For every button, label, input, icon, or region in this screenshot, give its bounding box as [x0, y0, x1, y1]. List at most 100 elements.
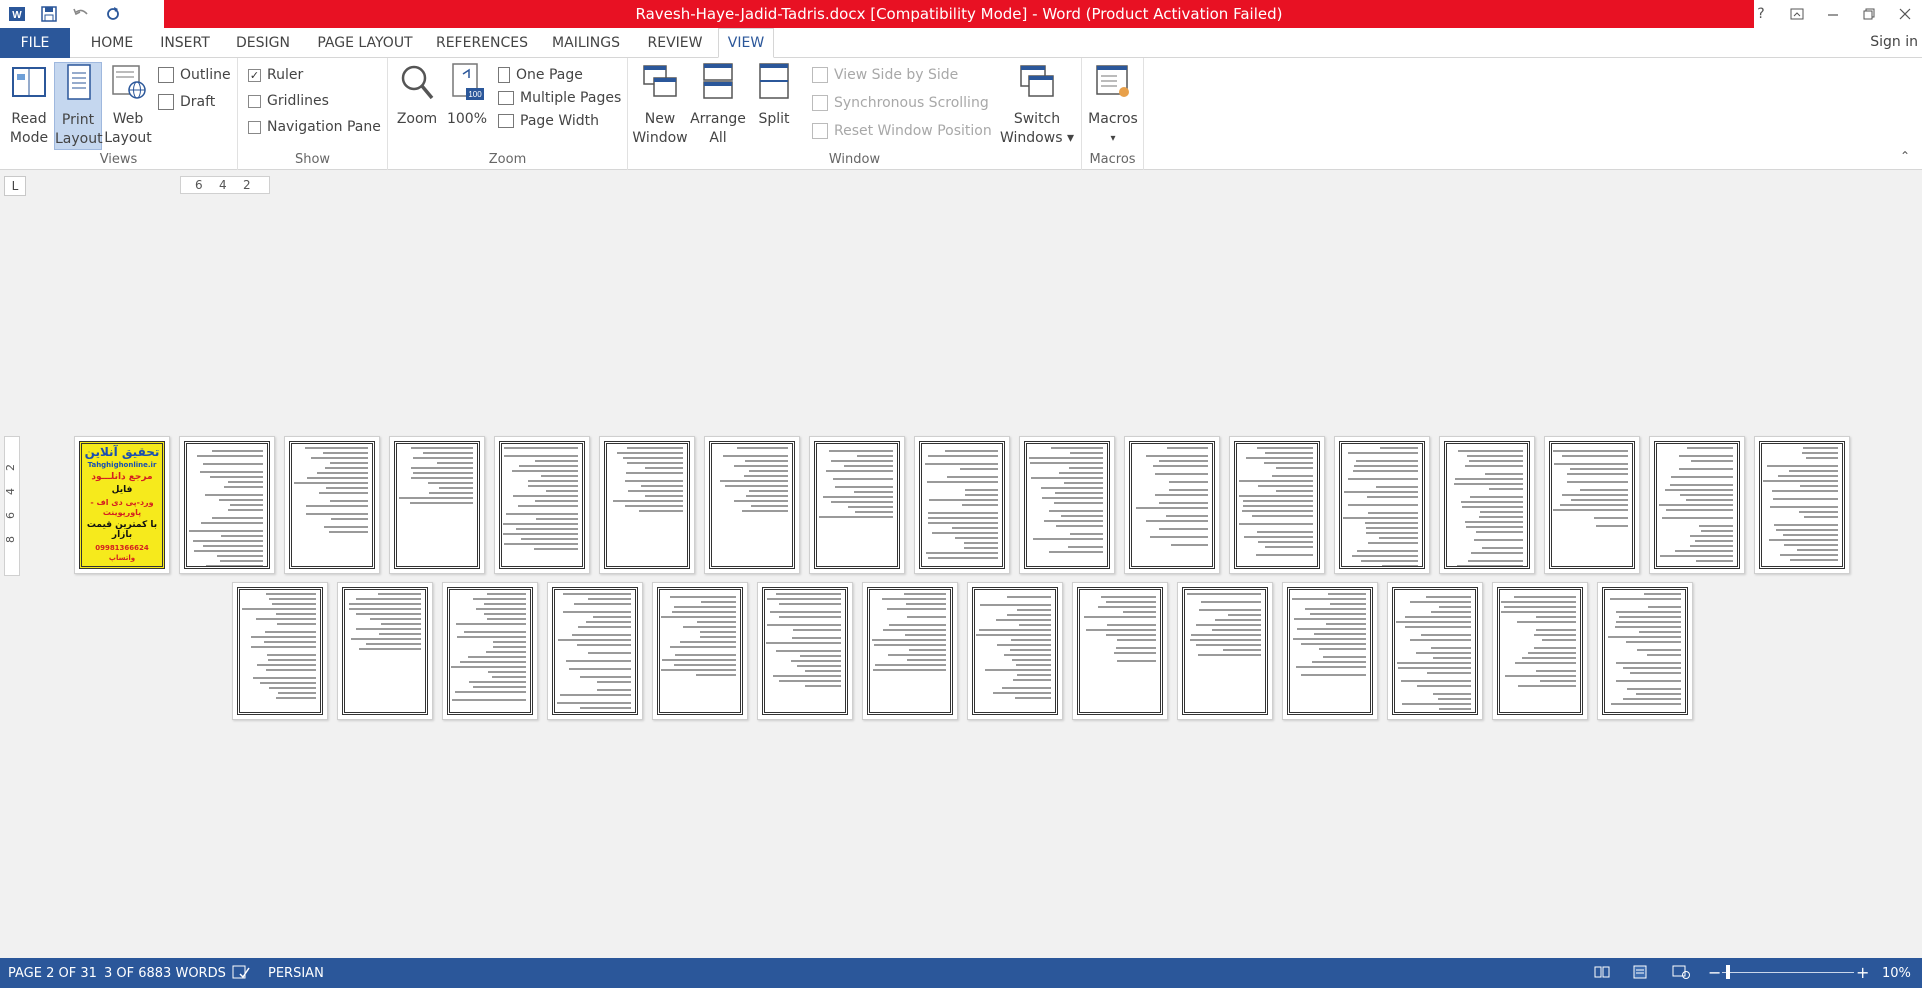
- zoom-slider-thumb[interactable]: [1726, 965, 1730, 979]
- zoom-level[interactable]: 10%: [1882, 966, 1911, 981]
- reset-window-position-button[interactable]: Reset Window Position: [812, 120, 992, 142]
- gridlines-checkbox[interactable]: Gridlines: [248, 90, 329, 112]
- multiple-pages-button[interactable]: Multiple Pages: [498, 87, 621, 109]
- navigation-pane-label: Navigation Pane: [267, 119, 381, 135]
- page-thumbnail[interactable]: [1019, 436, 1115, 574]
- restore-icon[interactable]: [1858, 3, 1880, 25]
- new-window-button[interactable]: New Window: [632, 62, 688, 148]
- page-thumbnail[interactable]: [967, 582, 1063, 720]
- page-thumbnail[interactable]: [914, 436, 1010, 574]
- print-layout-label-1: Print: [61, 112, 95, 128]
- page-thumbnail[interactable]: [1544, 436, 1640, 574]
- collapse-ribbon-button[interactable]: ⌃: [1900, 149, 1910, 163]
- page-thumbnail[interactable]: [232, 582, 328, 720]
- zoom-100-button[interactable]: 100 100%: [444, 62, 490, 129]
- switch-windows-button[interactable]: Switch Windows ▾: [1000, 62, 1074, 148]
- page-thumbnail[interactable]: [284, 436, 380, 574]
- arrange-all-button[interactable]: Arrange All: [690, 62, 746, 148]
- one-page-button[interactable]: One Page: [498, 64, 583, 86]
- close-icon[interactable]: [1894, 3, 1916, 25]
- arrange-all-label-1: Arrange: [690, 111, 746, 127]
- page-thumbnail[interactable]: [547, 582, 643, 720]
- tab-view[interactable]: VIEW: [718, 28, 774, 58]
- zoom-in-button[interactable]: +: [1856, 963, 1869, 982]
- page-width-button[interactable]: Page Width: [498, 110, 599, 132]
- sign-in-link[interactable]: Sign in: [1870, 34, 1918, 50]
- cover-line: Tahghighonline.ir: [87, 460, 157, 469]
- print-layout-icon: [67, 64, 91, 100]
- ruler-checkbox[interactable]: ✓ Ruler: [248, 64, 303, 86]
- tab-design[interactable]: DESIGN: [228, 28, 298, 58]
- vertical-ruler[interactable]: 2 4 6 8: [4, 436, 20, 576]
- page-thumbnail[interactable]: [494, 436, 590, 574]
- redo-icon[interactable]: [102, 3, 124, 25]
- page-count[interactable]: PAGE 2 OF 31: [8, 966, 97, 981]
- page-thumbnail[interactable]: [389, 436, 485, 574]
- tab-insert[interactable]: INSERT: [154, 28, 216, 58]
- tab-page-layout[interactable]: PAGE LAYOUT: [310, 28, 420, 58]
- page-thumbnail[interactable]: [1597, 582, 1693, 720]
- page-text-block: [184, 441, 270, 569]
- draft-button[interactable]: Draft: [158, 91, 215, 113]
- page-thumbnail[interactable]: [1124, 436, 1220, 574]
- page-thumbnail[interactable]: [1439, 436, 1535, 574]
- ruler-tick: 6: [4, 512, 17, 519]
- tab-file[interactable]: FILE: [0, 28, 70, 58]
- page-thumbnail[interactable]: [862, 582, 958, 720]
- one-page-icon: [498, 67, 510, 83]
- save-icon[interactable]: [38, 3, 60, 25]
- word-icon[interactable]: W: [6, 3, 28, 25]
- page-thumbnail[interactable]: [337, 582, 433, 720]
- tab-references[interactable]: REFERENCES: [432, 28, 532, 58]
- page-thumbnail[interactable]: [1754, 436, 1850, 574]
- navigation-pane-checkbox[interactable]: Navigation Pane: [248, 116, 381, 138]
- window-group-label: Window: [828, 152, 881, 167]
- outline-button[interactable]: Outline: [158, 64, 231, 86]
- print-layout-view-icon[interactable]: [1632, 965, 1648, 983]
- web-layout-label-1: Web: [112, 111, 144, 127]
- zoom-button[interactable]: Zoom: [394, 62, 440, 129]
- minimize-icon[interactable]: [1822, 3, 1844, 25]
- synchronous-scrolling-button[interactable]: Synchronous Scrolling: [812, 92, 989, 114]
- page-thumbnail[interactable]: [704, 436, 800, 574]
- page-thumbnail[interactable]: [1649, 436, 1745, 574]
- zoom-out-button[interactable]: −: [1708, 963, 1721, 982]
- tab-home[interactable]: HOME: [82, 28, 142, 58]
- view-side-by-side-button[interactable]: View Side by Side: [812, 64, 958, 86]
- language-indicator[interactable]: PERSIAN: [268, 966, 324, 981]
- page-thumbnail[interactable]: [652, 582, 748, 720]
- word-count[interactable]: 3 OF 6883 WORDS: [104, 966, 226, 981]
- help-button[interactable]: ?: [1750, 3, 1772, 25]
- page-thumbnail[interactable]: [1229, 436, 1325, 574]
- page-thumbnail[interactable]: [599, 436, 695, 574]
- cover-page[interactable]: تحقیق آنلاین Tahghighonline.ir مرجع دانل…: [74, 436, 170, 574]
- horizontal-ruler[interactable]: 6 4 2: [180, 176, 270, 194]
- page-thumbnail[interactable]: [1177, 582, 1273, 720]
- read-mode-button[interactable]: Read Mode: [6, 62, 52, 148]
- undo-icon[interactable]: [70, 3, 92, 25]
- page-thumbnail[interactable]: [1072, 582, 1168, 720]
- macros-button[interactable]: Macros ▾: [1086, 62, 1140, 148]
- page-text-block: [657, 587, 743, 715]
- zoom-slider[interactable]: [1722, 972, 1854, 973]
- page-thumbnail[interactable]: [442, 582, 538, 720]
- proofing-icon[interactable]: [232, 965, 250, 983]
- ribbon-display-options-icon[interactable]: [1786, 3, 1808, 25]
- tab-review[interactable]: REVIEW: [640, 28, 710, 58]
- page-thumbnail[interactable]: [757, 582, 853, 720]
- page-thumbnail[interactable]: [1492, 582, 1588, 720]
- page-thumbnail[interactable]: [1282, 582, 1378, 720]
- page-thumbnail[interactable]: [809, 436, 905, 574]
- page-thumbnail[interactable]: [1334, 436, 1430, 574]
- read-mode-view-icon[interactable]: [1594, 965, 1610, 983]
- web-layout-view-icon[interactable]: [1672, 965, 1690, 983]
- print-layout-button[interactable]: Print Layout: [54, 62, 103, 150]
- tab-selector[interactable]: L: [4, 176, 26, 196]
- cover-line: فایل: [111, 484, 133, 495]
- tab-mailings[interactable]: MAILINGS: [544, 28, 628, 58]
- page-text-block: [1077, 587, 1163, 715]
- page-thumbnail[interactable]: [1387, 582, 1483, 720]
- page-thumbnail[interactable]: [179, 436, 275, 574]
- split-button[interactable]: Split: [748, 62, 800, 129]
- web-layout-button[interactable]: Web Layout: [104, 62, 152, 148]
